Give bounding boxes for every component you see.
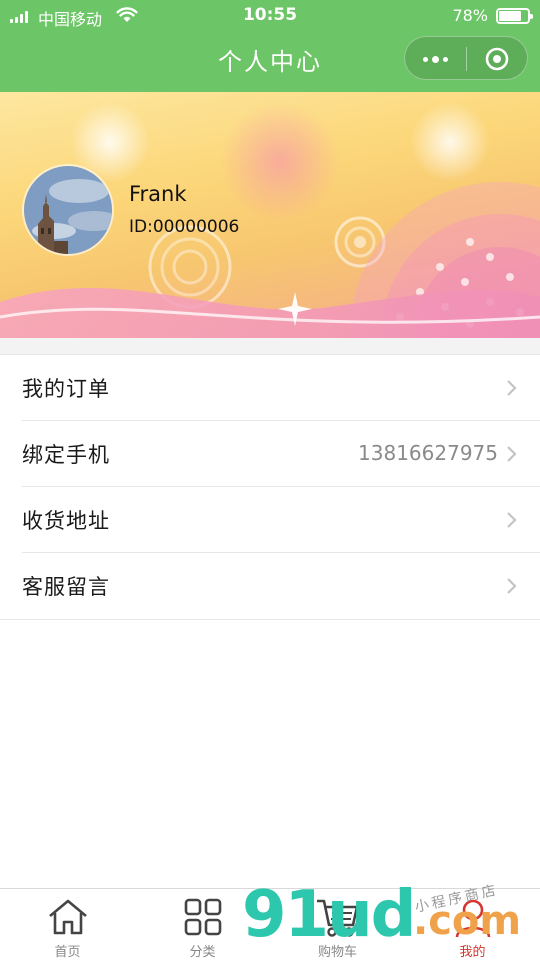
more-button[interactable]: [405, 37, 466, 81]
more-icon-dot: [423, 56, 428, 62]
close-mini-program-icon: [485, 47, 509, 71]
profile-banner: Frank ID:00000006: [0, 92, 540, 338]
avatar[interactable]: [22, 164, 114, 256]
menu-item-label: 我的订单: [22, 376, 110, 401]
mini-program-capsule: [404, 36, 528, 80]
status-bar: 中国移动 10:55 78%: [0, 0, 540, 32]
tab-label: 我的: [459, 945, 486, 960]
tab-label: 首页: [54, 945, 81, 960]
battery-icon: [496, 8, 533, 24]
more-icon-dot: [432, 55, 439, 63]
top-bar: 中国移动 10:55 78% 个人中心: [0, 0, 540, 92]
tab-cart[interactable]: 购物车: [270, 889, 405, 960]
username: Frank: [129, 182, 187, 206]
chevron-right-icon: [507, 446, 517, 462]
chevron-right-icon: [507, 380, 517, 396]
menu-item-label: 客服留言: [22, 575, 110, 599]
tab-label: 购物车: [317, 945, 357, 960]
tab-home[interactable]: 首页: [0, 889, 135, 960]
menu-item-bind-phone[interactable]: 绑定手机 13816627975: [22, 421, 540, 487]
menu-item-customer-service[interactable]: 客服留言: [22, 553, 540, 619]
menu-item-orders[interactable]: 我的订单: [22, 355, 540, 421]
battery-level: [499, 11, 521, 21]
category-grid-icon: [184, 898, 221, 936]
battery-percent: 78%: [452, 6, 488, 25]
cart-icon: [316, 899, 358, 937]
phone-number-value: 13816627975: [358, 441, 498, 465]
tab-bar: 首页 分类 购物车 我的: [0, 888, 540, 960]
avatar-image: [24, 166, 112, 254]
section-gap: [0, 338, 540, 354]
chevron-right-icon: [507, 578, 517, 594]
menu-item-label: 绑定手机: [22, 442, 110, 467]
more-icon-dot: [443, 56, 448, 62]
tab-label: 分类: [189, 945, 216, 960]
tab-mine[interactable]: 我的: [405, 889, 540, 960]
home-icon: [48, 899, 87, 935]
tab-category[interactable]: 分类: [135, 889, 270, 960]
user-icon: [455, 899, 490, 938]
chevron-right-icon: [507, 512, 517, 528]
menu-item-label: 收货地址: [22, 508, 110, 533]
user-id: ID:00000006: [129, 217, 240, 237]
close-mini-program-button[interactable]: [467, 37, 528, 81]
menu-item-address[interactable]: 收货地址: [22, 487, 540, 553]
menu-list: 我的订单 绑定手机 13816627975 收货地址 客服留言: [0, 354, 540, 620]
